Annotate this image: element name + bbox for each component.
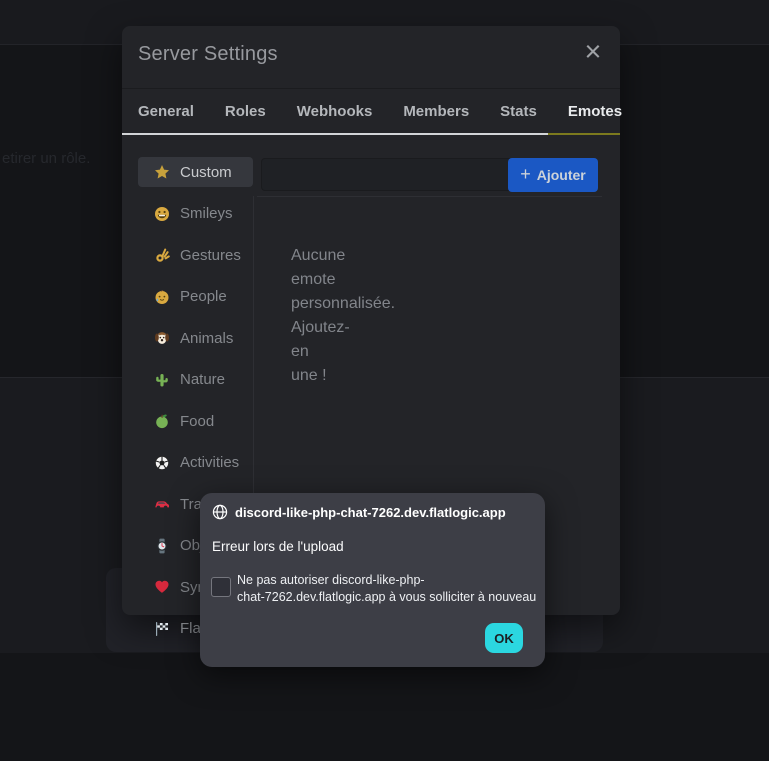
sidebar-item-custom[interactable]: Custom bbox=[138, 157, 253, 187]
heart-icon bbox=[154, 579, 170, 595]
plus-icon: + bbox=[520, 165, 531, 183]
tab-general[interactable]: General bbox=[138, 103, 194, 120]
sidebar-item-label: Activities bbox=[180, 454, 239, 471]
sidebar-item-people[interactable]: People bbox=[138, 282, 253, 312]
page-title: Server Settings bbox=[138, 43, 278, 66]
soccer-ball-icon bbox=[154, 455, 170, 471]
tab-stats[interactable]: Stats bbox=[500, 103, 537, 120]
dont-ask-again-checkbox[interactable] bbox=[211, 577, 231, 597]
checkbox-label-line-2: chat-7262.dev.flatlogic.app à vous solli… bbox=[237, 589, 537, 606]
smiley-icon bbox=[154, 206, 170, 222]
watch-icon bbox=[154, 538, 170, 554]
car-icon bbox=[154, 496, 170, 512]
globe-icon bbox=[212, 504, 228, 520]
emote-name-input[interactable] bbox=[261, 158, 516, 191]
sidebar-item-animals[interactable]: Animals bbox=[138, 323, 253, 353]
close-icon: × bbox=[585, 38, 602, 67]
star-icon bbox=[154, 164, 170, 180]
sidebar-item-label: Smileys bbox=[180, 205, 233, 222]
green-apple-icon bbox=[154, 413, 170, 429]
sidebar-item-label: Custom bbox=[180, 164, 232, 181]
modal-header: Server Settings × bbox=[122, 26, 620, 89]
tab-roles[interactable]: Roles bbox=[225, 103, 266, 120]
alert-dialog: discord-like-php-chat-7262.dev.flatlogic… bbox=[200, 493, 545, 667]
form-divider bbox=[257, 196, 602, 197]
app-screen: etirer un rôle. Server Settings × Genera… bbox=[0, 0, 769, 761]
sidebar-item-nature[interactable]: Nature bbox=[138, 365, 253, 395]
sidebar-item-label: Nature bbox=[180, 371, 225, 388]
dog-icon bbox=[154, 330, 170, 346]
sidebar-item-smileys[interactable]: Smileys bbox=[138, 199, 253, 229]
close-button[interactable]: × bbox=[578, 34, 608, 70]
tab-members[interactable]: Members bbox=[403, 103, 469, 120]
sidebar-item-food[interactable]: Food bbox=[138, 406, 253, 436]
background-faint-text: etirer un rôle. bbox=[2, 150, 90, 167]
sidebar-item-activities[interactable]: Activities bbox=[138, 448, 253, 478]
cactus-icon bbox=[154, 372, 170, 388]
checkbox-label: Ne pas autoriser discord-like-php- chat-… bbox=[237, 572, 537, 605]
ok-button[interactable]: OK bbox=[485, 623, 523, 653]
tab-emotes[interactable]: Emotes bbox=[568, 103, 622, 120]
sidebar-item-label: Animals bbox=[180, 330, 233, 347]
sidebar-item-gestures[interactable]: Gestures bbox=[138, 240, 253, 270]
empty-state-text: Aucune emote personnalisée. Ajoutez-en u… bbox=[291, 244, 335, 388]
sidebar-item-label: Food bbox=[180, 413, 214, 430]
ok-hand-icon bbox=[154, 247, 170, 263]
tab-webhooks[interactable]: Webhooks bbox=[297, 103, 373, 120]
dialog-origin: discord-like-php-chat-7262.dev.flatlogic… bbox=[235, 505, 506, 520]
checkbox-label-line-1: Ne pas autoriser discord-like-php- bbox=[237, 572, 537, 589]
sidebar-item-label: Gestures bbox=[180, 247, 241, 264]
dialog-message: Erreur lors de l'upload bbox=[212, 539, 344, 554]
active-tab-underline bbox=[548, 133, 620, 135]
checkered-flag-icon bbox=[154, 621, 170, 637]
tab-bar: General Roles Webhooks Members Stats Emotes bbox=[122, 88, 620, 134]
tab-underline bbox=[122, 133, 548, 135]
add-emote-button[interactable]: + Ajouter bbox=[508, 158, 598, 192]
add-emote-button-label: Ajouter bbox=[537, 167, 586, 183]
dialog-origin-row: discord-like-php-chat-7262.dev.flatlogic… bbox=[212, 504, 506, 520]
baby-icon bbox=[154, 289, 170, 305]
sidebar-item-label: People bbox=[180, 288, 227, 305]
